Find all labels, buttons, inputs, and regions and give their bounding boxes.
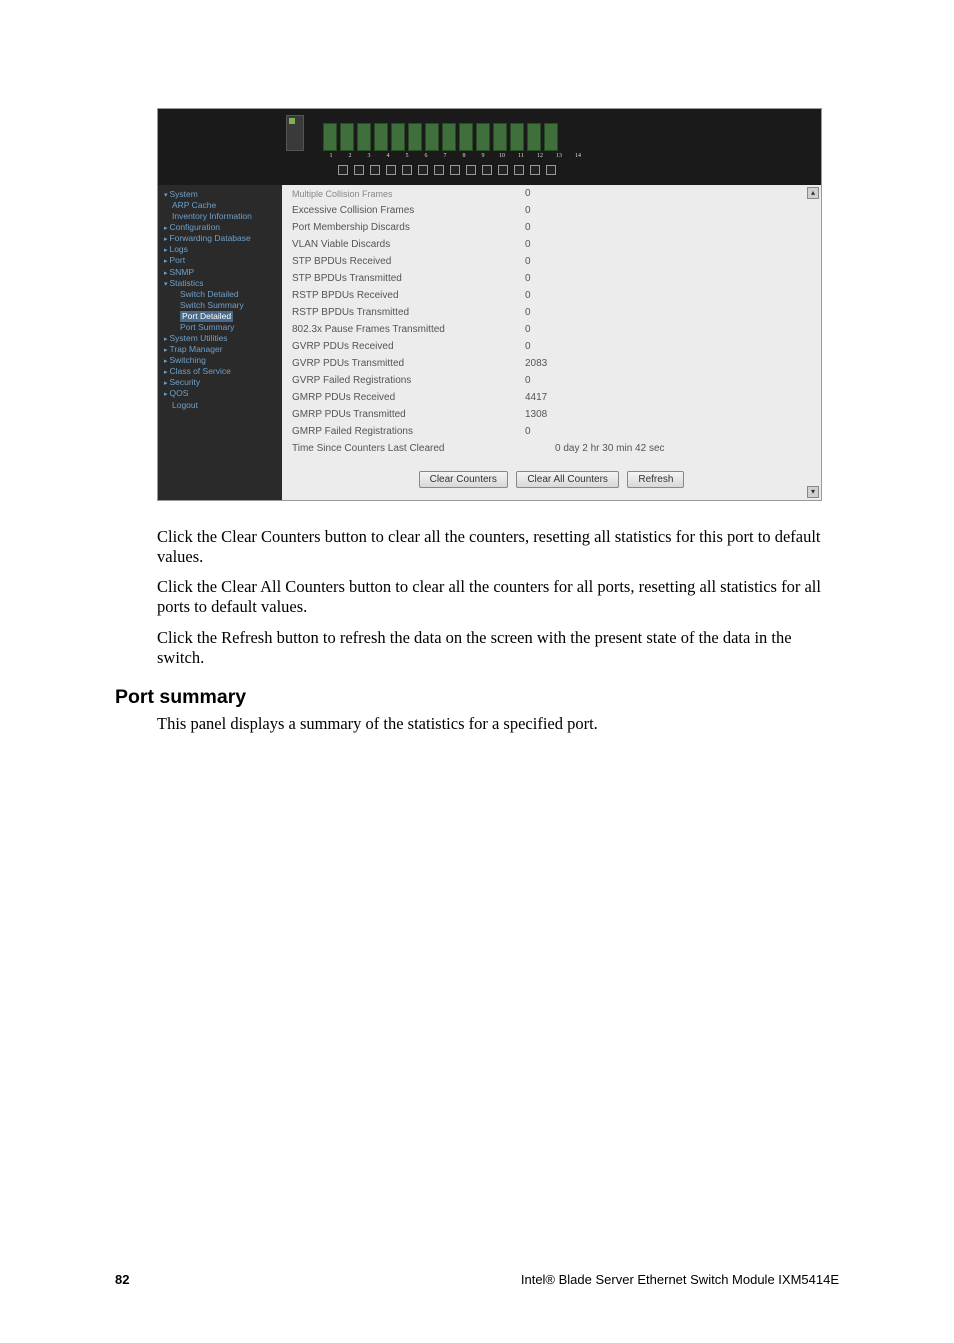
stat-row: STP BPDUs Transmitted0 — [292, 270, 811, 287]
button-row: Clear Counters Clear All Counters Refres… — [292, 469, 811, 488]
stat-row: GVRP PDUs Transmitted2083 — [292, 355, 811, 372]
stat-row: GVRP PDUs Received0 — [292, 338, 811, 355]
switch-diagram-header: 1234567891011121314 — [158, 109, 821, 185]
refresh-button[interactable]: Refresh — [627, 471, 684, 488]
stat-value: 0 — [525, 239, 531, 250]
stat-label: GVRP PDUs Received — [292, 341, 525, 352]
stat-label: GVRP Failed Registrations — [292, 375, 525, 386]
page-footer: 82 Intel® Blade Server Ethernet Switch M… — [115, 1272, 839, 1287]
nav-item[interactable]: Port Detailed — [164, 311, 276, 322]
paragraph-clear-all-counters: Click the Clear All Counters button to c… — [157, 577, 839, 617]
nav-item[interactable]: ARP Cache — [164, 200, 276, 211]
stat-row: Excessive Collision Frames0 — [292, 202, 811, 219]
clear-all-counters-button[interactable]: Clear All Counters — [516, 471, 619, 488]
scroll-down-button[interactable]: ▾ — [807, 486, 819, 498]
stat-value: 0 — [525, 426, 531, 437]
stat-label: RSTP BPDUs Transmitted — [292, 307, 525, 318]
stat-value: 2083 — [525, 358, 547, 369]
nav-item[interactable]: Forwarding Database — [164, 233, 276, 244]
stat-value: 0 — [525, 307, 531, 318]
stat-label: Excessive Collision Frames — [292, 205, 525, 216]
stat-row: GMRP PDUs Received4417 — [292, 389, 811, 406]
stat-label: STP BPDUs Transmitted — [292, 273, 525, 284]
section-heading-port-summary: Port summary — [115, 686, 839, 710]
nav-item[interactable]: System — [164, 189, 276, 200]
nav-item[interactable]: Statistics — [164, 278, 276, 289]
stat-value: 0 day 2 hr 30 min 42 sec — [555, 443, 665, 454]
stat-row: VLAN Viable Discards0 — [292, 236, 811, 253]
nav-item[interactable]: Port Summary — [164, 322, 276, 333]
stat-label: VLAN Viable Discards — [292, 239, 525, 250]
stat-value: 0 — [525, 273, 531, 284]
stat-label: GMRP PDUs Transmitted — [292, 409, 525, 420]
stat-label: GMRP Failed Registrations — [292, 426, 525, 437]
footer-title: Intel® Blade Server Ethernet Switch Modu… — [521, 1272, 839, 1287]
nav-item[interactable]: Class of Service — [164, 366, 276, 377]
stat-label: Time Since Counters Last Cleared — [292, 443, 525, 454]
stat-value: 0 — [525, 341, 531, 352]
stats-content-pane: ▴ Multiple Collision Frames0Excessive Co… — [282, 185, 821, 500]
clear-counters-button[interactable]: Clear Counters — [419, 471, 508, 488]
stat-label: Multiple Collision Frames — [292, 189, 525, 199]
paragraph-port-summary-desc: This panel displays a summary of the sta… — [157, 714, 839, 734]
stat-label: Port Membership Discards — [292, 222, 525, 233]
stat-value: 0 — [525, 256, 531, 267]
port-number-row: 1234567891011121314 — [323, 153, 586, 159]
nav-item[interactable]: Configuration — [164, 222, 276, 233]
stat-value: 0 — [525, 188, 531, 199]
stat-row: Time Since Counters Last Cleared 0 day 2 … — [292, 440, 811, 457]
stat-row: 802.3x Pause Frames Transmitted0 — [292, 321, 811, 338]
stat-row: RSTP BPDUs Received0 — [292, 287, 811, 304]
nav-item[interactable]: Switching — [164, 355, 276, 366]
paragraph-refresh: Click the Refresh button to refresh the … — [157, 628, 839, 668]
nav-item[interactable]: Port — [164, 255, 276, 266]
switch-module-icon — [286, 115, 304, 151]
stat-value: 1308 — [525, 409, 547, 420]
nav-item[interactable]: Security — [164, 377, 276, 388]
nav-item[interactable]: Logout — [164, 400, 276, 411]
nav-item[interactable]: Switch Summary — [164, 300, 276, 311]
stat-value: 0 — [525, 222, 531, 233]
stat-row: STP BPDUs Received0 — [292, 253, 811, 270]
stat-value: 4417 — [525, 392, 547, 403]
stat-label: STP BPDUs Received — [292, 256, 525, 267]
nav-sidebar: SystemARP CacheInventory InformationConf… — [158, 185, 282, 500]
paragraph-clear-counters: Click the Clear Counters button to clear… — [157, 527, 839, 567]
stat-row: Port Membership Discards0 — [292, 219, 811, 236]
stat-value: 0 — [525, 324, 531, 335]
stat-label: GMRP PDUs Received — [292, 392, 525, 403]
scroll-up-button[interactable]: ▴ — [807, 187, 819, 199]
stat-label: 802.3x Pause Frames Transmitted — [292, 324, 525, 335]
nav-item[interactable]: Switch Detailed — [164, 289, 276, 300]
stat-value: 0 — [525, 205, 531, 216]
stat-row: Multiple Collision Frames0 — [292, 185, 811, 202]
stat-row: GMRP PDUs Transmitted1308 — [292, 406, 811, 423]
screenshot-panel: 1234567891011121314 SystemARP CacheInven… — [157, 108, 822, 501]
stat-label: RSTP BPDUs Received — [292, 290, 525, 301]
nav-item[interactable]: System Utilities — [164, 333, 276, 344]
stat-row: GVRP Failed Registrations0 — [292, 372, 811, 389]
document-body-text: Click the Clear Counters button to clear… — [115, 527, 839, 734]
status-square-row — [338, 165, 556, 175]
nav-item[interactable]: Logs — [164, 244, 276, 255]
stat-value: 0 — [525, 290, 531, 301]
port-indicator-row — [323, 123, 558, 151]
nav-item[interactable]: Inventory Information — [164, 211, 276, 222]
stat-row: RSTP BPDUs Transmitted0 — [292, 304, 811, 321]
nav-item[interactable]: Trap Manager — [164, 344, 276, 355]
nav-item[interactable]: QOS — [164, 388, 276, 399]
stat-value: 0 — [525, 375, 531, 386]
stat-label: GVRP PDUs Transmitted — [292, 358, 525, 369]
nav-item[interactable]: SNMP — [164, 267, 276, 278]
stat-row: GMRP Failed Registrations0 — [292, 423, 811, 440]
page-number: 82 — [115, 1272, 129, 1287]
